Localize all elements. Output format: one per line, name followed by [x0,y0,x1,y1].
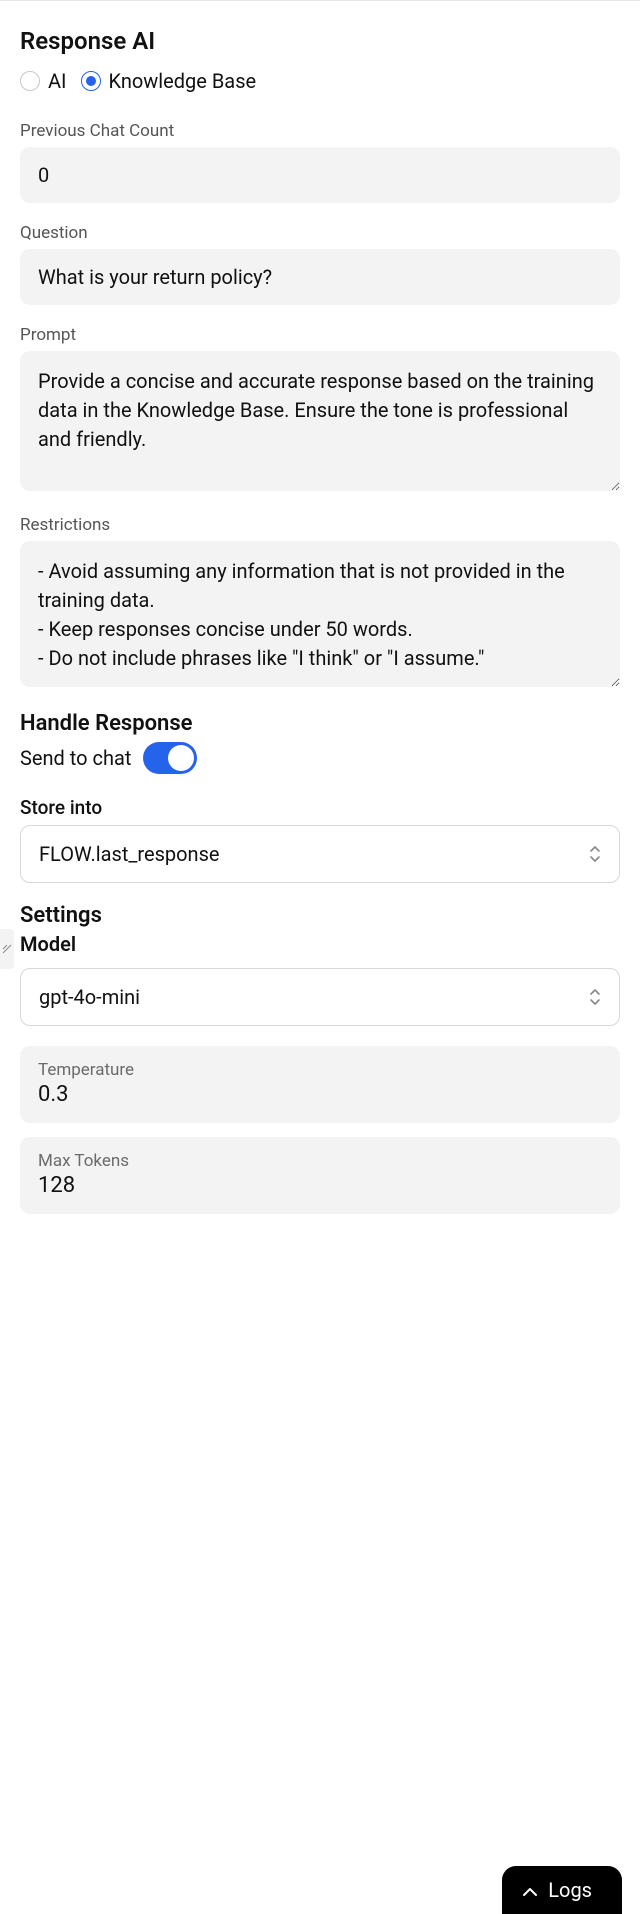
temperature-label: Temperature [38,1060,602,1080]
radio-ai-label: AI [48,69,67,93]
previous-chat-count-input[interactable] [20,147,620,203]
radio-icon [20,71,40,91]
prompt-label: Prompt [20,325,620,345]
logs-button[interactable]: Logs [502,1866,622,1914]
radio-ai[interactable]: AI [20,69,67,93]
handle-response-title: Handle Response [20,711,620,736]
store-into-label: Store into [20,796,620,819]
max-tokens-card[interactable]: Max Tokens 128 [20,1137,620,1214]
radio-icon-selected [81,71,101,91]
store-into-value: FLOW.last_response [39,842,220,866]
model-value: gpt-4o-mini [39,985,140,1009]
store-into-select[interactable]: FLOW.last_response [20,825,620,883]
question-label: Question [20,223,620,243]
max-tokens-label: Max Tokens [38,1151,602,1171]
chevron-up-icon [522,1878,538,1902]
temperature-card[interactable]: Temperature 0.3 [20,1046,620,1123]
response-ai-mode-radio-group: AI Knowledge Base [20,69,620,93]
radio-kb-label: Knowledge Base [109,69,257,93]
temperature-value: 0.3 [38,1082,602,1107]
logs-label: Logs [548,1878,592,1902]
model-select[interactable]: gpt-4o-mini [20,968,620,1026]
radio-knowledge-base[interactable]: Knowledge Base [81,69,257,93]
send-to-chat-label: Send to chat [20,746,131,770]
chevron-updown-icon [589,845,601,863]
send-to-chat-toggle[interactable] [143,742,197,774]
question-input[interactable] [20,249,620,305]
prompt-textarea[interactable] [20,351,620,491]
restrictions-label: Restrictions [20,515,620,535]
settings-title: Settings [20,903,620,928]
model-label: Model [20,932,620,956]
restrictions-textarea[interactable] [20,541,620,687]
config-panel: Response AI AI Knowledge Base Previous C… [0,1,640,1248]
max-tokens-value: 128 [38,1173,602,1198]
left-edge-handle[interactable] [0,929,14,969]
chevron-updown-icon [589,988,601,1006]
previous-chat-count-label: Previous Chat Count [20,121,620,141]
response-ai-title: Response AI [20,27,620,55]
toggle-knob-icon [168,745,194,771]
